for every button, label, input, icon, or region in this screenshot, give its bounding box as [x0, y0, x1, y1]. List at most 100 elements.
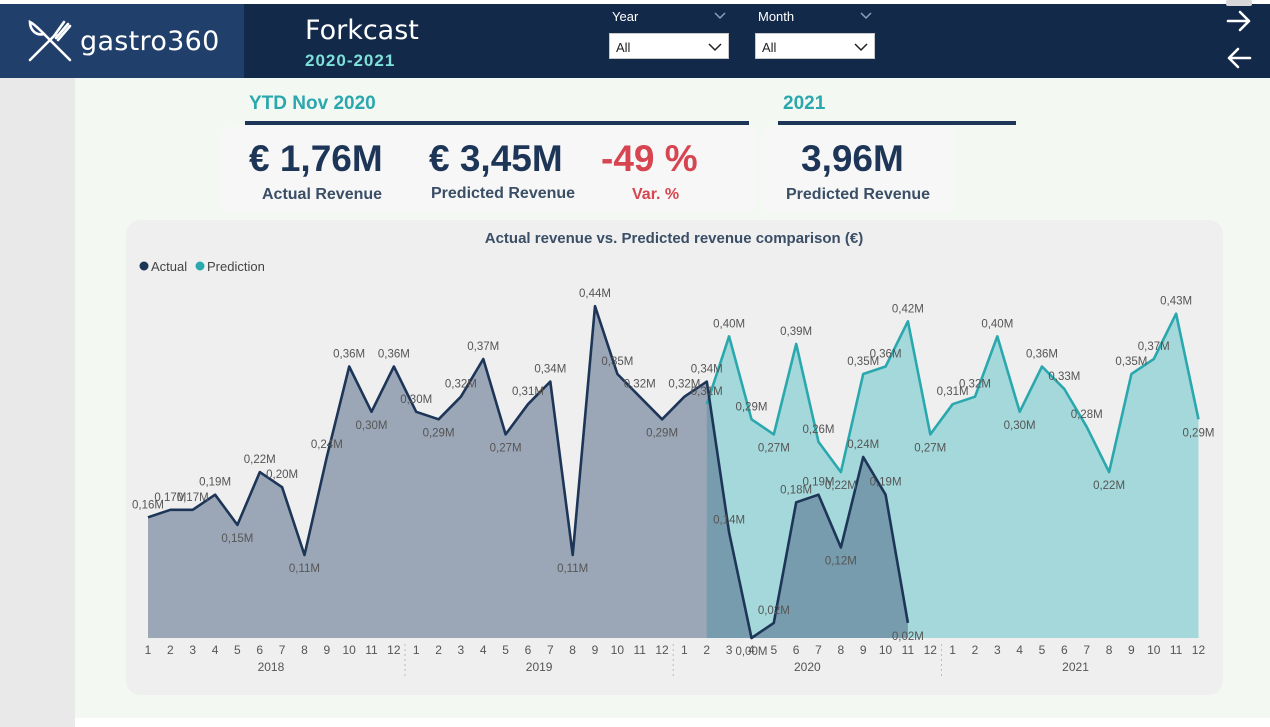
page-indicator — [1226, 0, 1252, 6]
data-label-actual: 0,17M — [177, 492, 209, 504]
next-year-kpi-card: 3,96M Predicted Revenue — [760, 126, 956, 214]
x-tick-label: 5 — [770, 643, 777, 657]
chevron-down-icon — [708, 43, 722, 52]
next-year-section-title: 2021 — [783, 93, 826, 114]
data-label-actual: 0,34M — [691, 364, 723, 376]
data-label-prediction: 0,27M — [914, 442, 946, 454]
actual-revenue-value: € 1,76M — [249, 138, 383, 179]
ytd-section-rule — [245, 121, 749, 125]
x-tick-label: 4 — [1016, 643, 1023, 657]
x-tick-label: 8 — [838, 643, 845, 657]
data-label-actual: 0,35M — [601, 356, 633, 368]
legend-marker-actual — [139, 261, 149, 271]
x-tick-label: 3 — [458, 643, 465, 657]
x-tick-label: 11 — [902, 643, 915, 657]
x-tick-label: 6 — [256, 643, 263, 657]
page-title: Forkcast — [305, 15, 419, 46]
ytd-kpi-card: € 1,76M Actual Revenue € 3,45M Predicted… — [220, 126, 756, 214]
data-label-prediction: 0,39M — [780, 326, 812, 338]
data-label-actual: 0,32M — [445, 379, 477, 391]
x-tick-label: 3 — [726, 643, 733, 657]
x-tick-label: 8 — [301, 643, 308, 657]
predicted-revenue-value: € 3,45M — [429, 138, 563, 179]
data-label-actual: 0,36M — [333, 349, 365, 361]
data-label-actual: 0,29M — [423, 427, 455, 439]
x-tick-label: 10 — [1147, 643, 1161, 657]
x-tick-label: 2 — [167, 643, 174, 657]
x-tick-label: 9 — [1128, 643, 1135, 657]
data-label-prediction: 0,22M — [1093, 480, 1125, 492]
data-label-prediction: 0,40M — [713, 318, 745, 330]
legend-label-actual: Actual — [151, 259, 187, 274]
data-label-actual: 0,24M — [311, 439, 343, 451]
data-label-prediction: 0,29M — [735, 401, 767, 413]
x-tick-label: 1 — [145, 643, 152, 657]
brand-logo[interactable]: gastro360 — [0, 4, 244, 78]
data-label-actual: 0,30M — [356, 420, 388, 432]
x-tick-label: 4 — [212, 643, 219, 657]
x-year-label: 2019 — [526, 660, 553, 674]
x-tick-label: 5 — [1039, 643, 1046, 657]
x-tick-label: 2 — [703, 643, 710, 657]
data-label-prediction: 0,37M — [1138, 341, 1170, 353]
x-tick-label: 5 — [502, 643, 509, 657]
data-label-prediction: 0,26M — [803, 424, 835, 436]
x-tick-label: 2 — [972, 643, 979, 657]
data-label-prediction: 0,30M — [1004, 420, 1036, 432]
revenue-comparison-chart: Actual revenue vs. Predicted revenue com… — [126, 220, 1223, 695]
legend-marker-prediction — [195, 261, 205, 271]
data-label-actual: 0,15M — [221, 533, 253, 545]
data-label-actual: 0,44M — [579, 288, 611, 300]
x-tick-label: 12 — [387, 643, 401, 657]
data-label-prediction: 0,42M — [892, 303, 924, 315]
data-label-actual: 0,32M — [624, 379, 656, 391]
x-tick-label: 4 — [480, 643, 487, 657]
x-tick-label: 6 — [525, 643, 532, 657]
year-filter-label: Year — [612, 9, 639, 24]
data-label-prediction: 0,35M — [1115, 356, 1147, 368]
x-tick-label: 1 — [681, 643, 688, 657]
x-tick-label: 11 — [1170, 643, 1183, 657]
x-tick-label: 10 — [879, 643, 893, 657]
data-label-actual: 0,24M — [847, 439, 879, 451]
x-tick-label: 8 — [569, 643, 576, 657]
data-label-prediction: 0,32M — [959, 379, 991, 391]
data-label-actual: 0,19M — [870, 477, 902, 489]
data-label-prediction: 0,40M — [981, 318, 1013, 330]
arrow-left-icon[interactable] — [1224, 45, 1254, 71]
year-select[interactable]: All — [609, 33, 729, 59]
fork-knife-icon — [28, 19, 72, 62]
ytd-section-title: YTD Nov 2020 — [249, 93, 376, 114]
x-tick-label: 9 — [592, 643, 599, 657]
next-year-predicted-value: 3,96M — [801, 138, 904, 179]
x-tick-label: 12 — [924, 643, 938, 657]
next-year-predicted-label: Predicted Revenue — [786, 186, 931, 203]
x-tick-label: 12 — [1192, 643, 1206, 657]
data-label-actual: 0,29M — [646, 427, 678, 439]
data-label-actual: 0,11M — [289, 563, 320, 575]
data-label-actual: 0,02M — [892, 631, 924, 643]
data-label-prediction: 0,29M — [1182, 427, 1214, 439]
x-tick-label: 7 — [279, 643, 286, 657]
arrow-right-icon[interactable] — [1224, 8, 1254, 34]
x-tick-label: 2 — [435, 643, 442, 657]
data-label-prediction: 0,36M — [1026, 349, 1058, 361]
data-label-actual: 0,27M — [490, 442, 522, 454]
data-label-prediction: 0,31M — [691, 386, 723, 398]
x-tick-label: 6 — [793, 643, 800, 657]
data-label-actual: 0,22M — [244, 454, 276, 466]
data-label-actual: 0,30M — [400, 394, 432, 406]
x-tick-label: 4 — [748, 643, 755, 657]
data-label-actual: 0,34M — [534, 364, 566, 376]
data-label-prediction: 0,22M — [825, 480, 857, 492]
x-tick-label: 1 — [413, 643, 420, 657]
data-label-prediction: 0,36M — [870, 349, 902, 361]
revenue-chart-svg: Actual revenue vs. Predicted revenue com… — [132, 230, 1214, 678]
month-select[interactable]: All — [755, 33, 875, 59]
x-tick-label: 7 — [815, 643, 822, 657]
chevron-down-icon[interactable] — [859, 9, 873, 23]
x-year-label: 2021 — [1062, 660, 1089, 674]
chevron-down-icon[interactable] — [713, 9, 727, 23]
chart-title: Actual revenue vs. Predicted revenue com… — [485, 230, 863, 247]
data-label-prediction: 0,43M — [1160, 296, 1192, 308]
